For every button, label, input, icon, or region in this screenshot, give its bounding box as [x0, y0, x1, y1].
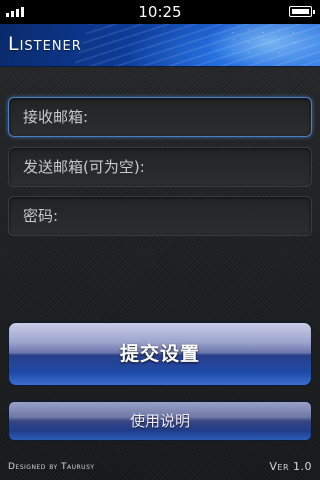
- app-header: · ˙ · ˙ · ˙ · ˙ ˙ · ˙ · ˙ · Listener: [0, 24, 320, 67]
- instructions-label: 使用说明: [129, 412, 190, 430]
- version-label: Ver 1.0: [269, 460, 312, 473]
- password-field[interactable]: 密码:: [8, 196, 312, 236]
- app-title: Listener: [8, 33, 82, 55]
- battery-full-icon: [289, 6, 315, 17]
- password-placeholder: 密码:: [23, 207, 59, 225]
- sparkle-decoration-icon: · ˙ · ˙ · ˙ · ˙ ˙ · ˙ · ˙ ·: [232, 29, 301, 57]
- receive-email-field[interactable]: 接收邮箱:: [8, 97, 312, 137]
- send-email-placeholder: 发送邮箱(可为空):: [23, 158, 145, 176]
- app-screen: 10:25 · ˙ · ˙ · ˙ · ˙ ˙ · ˙ · ˙ · Listen…: [0, 0, 320, 480]
- status-bar: 10:25: [0, 0, 320, 24]
- status-time: 10:25: [138, 3, 182, 21]
- submit-settings-button[interactable]: 提交设置: [8, 322, 312, 386]
- instructions-button[interactable]: 使用说明: [8, 401, 312, 441]
- receive-email-placeholder: 接收邮箱:: [23, 108, 89, 126]
- designer-credit: Designed by Taurusy: [8, 462, 95, 472]
- send-email-field[interactable]: 发送邮箱(可为空):: [8, 147, 312, 187]
- submit-settings-label: 提交设置: [119, 343, 200, 365]
